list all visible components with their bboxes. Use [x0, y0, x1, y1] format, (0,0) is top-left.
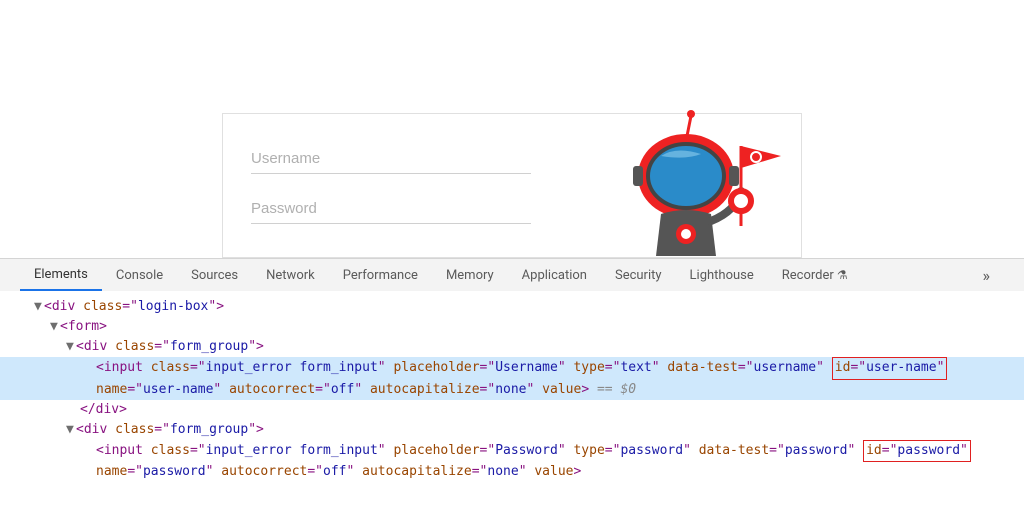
highlight-box: id="password" [863, 440, 971, 462]
dom-row-selected[interactable]: <input class="input_error form_input" pl… [0, 357, 1024, 379]
tab-network[interactable]: Network [252, 259, 329, 291]
elements-tree[interactable]: ▼<div class="login-box"> ▼<form> ▼<div c… [0, 291, 1024, 502]
tab-console[interactable]: Console [102, 259, 177, 291]
devtools-tabs: Elements Console Sources Network Perform… [0, 259, 1024, 291]
page-preview [0, 0, 1024, 258]
dom-row[interactable]: ▼<div class="form_group"> [0, 420, 1024, 440]
tab-performance[interactable]: Performance [329, 259, 432, 291]
tab-elements[interactable]: Elements [20, 259, 102, 291]
tab-more[interactable]: » [969, 259, 1005, 291]
dom-row[interactable]: ▼<div class="login-box"> [0, 297, 1024, 317]
highlight-box: id="user-name" [832, 357, 948, 379]
dom-row[interactable]: ▼<form> [0, 317, 1024, 337]
robot-mascot [591, 106, 791, 280]
tab-memory[interactable]: Memory [432, 259, 508, 291]
dom-row[interactable]: ▼<div class="form_group"> [0, 337, 1024, 357]
dom-row-selected[interactable]: name="user-name" autocorrect="off" autoc… [0, 380, 1024, 400]
dom-row[interactable]: </div> [0, 400, 1024, 420]
flask-icon: ⚗ [837, 268, 848, 282]
password-input[interactable] [251, 194, 531, 224]
devtools-panel: Elements Console Sources Network Perform… [0, 258, 1024, 502]
dom-row[interactable]: name="password" autocorrect="off" autoca… [0, 462, 1024, 482]
username-input[interactable] [251, 144, 531, 174]
login-card [222, 113, 802, 258]
dom-row[interactable]: <input class="input_error form_input" pl… [0, 440, 1024, 462]
tab-sources[interactable]: Sources [177, 259, 252, 291]
tab-application[interactable]: Application [508, 259, 601, 291]
